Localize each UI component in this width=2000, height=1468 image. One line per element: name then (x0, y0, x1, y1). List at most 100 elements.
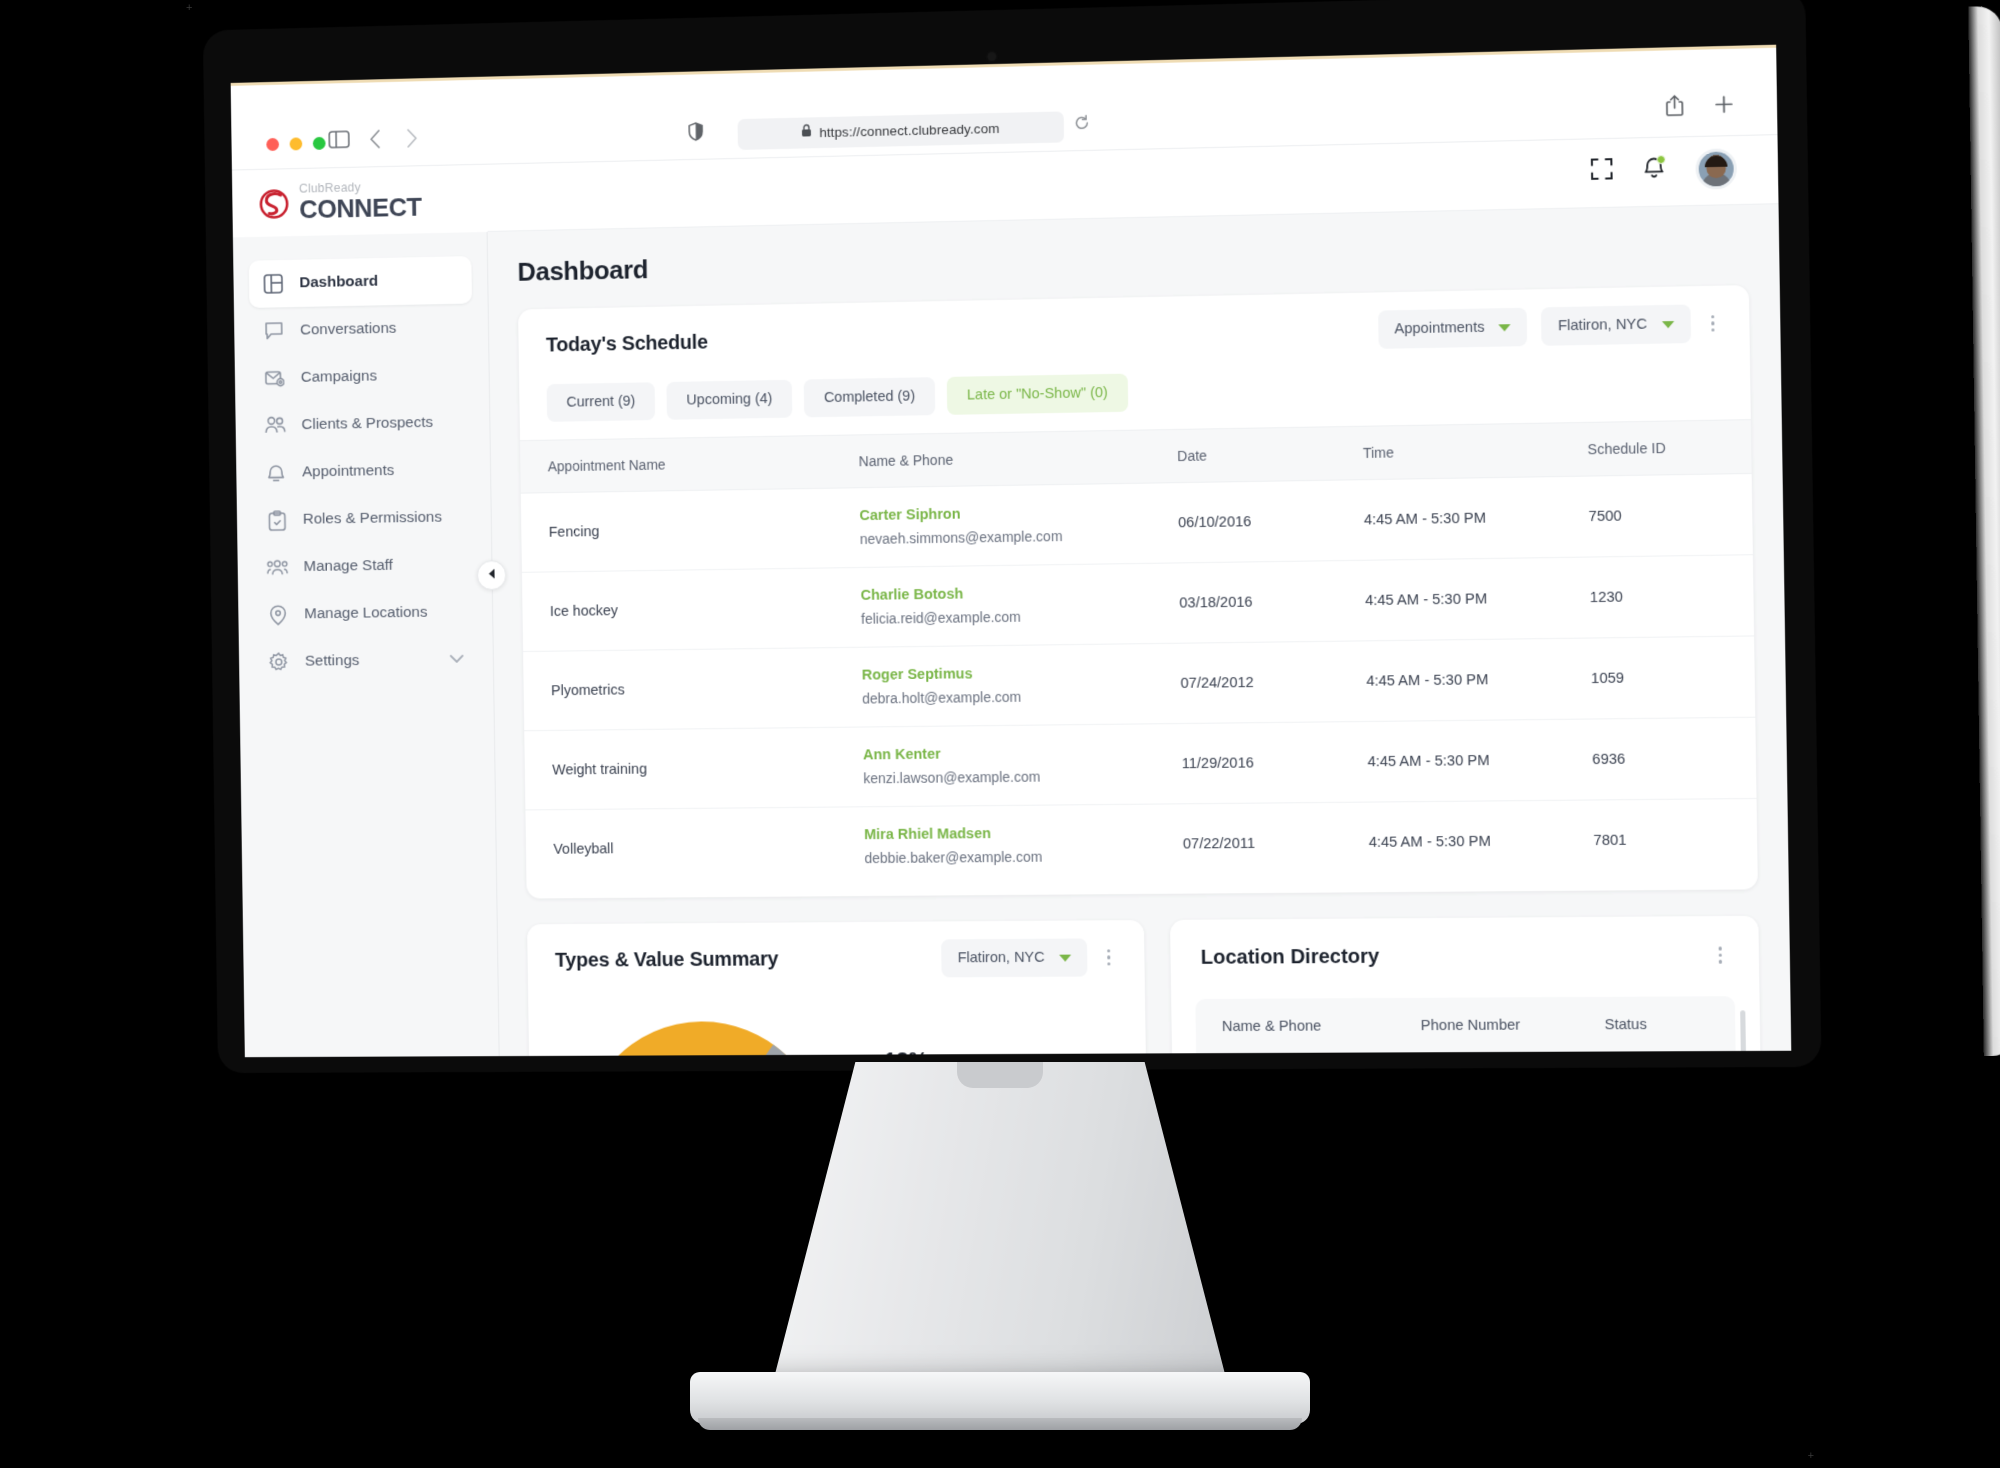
client-name-link[interactable]: Carter Siphron (859, 503, 1178, 525)
corner-mark-tl: + (186, 2, 193, 14)
maximize-window-button[interactable] (312, 136, 326, 150)
tab-label: Completed (9) (823, 388, 916, 407)
reload-icon[interactable] (1074, 115, 1090, 136)
back-icon[interactable] (369, 130, 381, 154)
directory-table-header-row: Name & Phone Phone Number Status (1195, 996, 1735, 1055)
schedule-kebab-menu-icon[interactable] (1704, 311, 1720, 336)
client-name-link[interactable]: Ann Kenter (863, 744, 1182, 764)
chat-bubble-icon (263, 320, 285, 342)
caret-down-icon (1498, 323, 1512, 331)
types-controls: Flatiron, NYC (941, 938, 1117, 978)
avatar[interactable] (1695, 148, 1738, 190)
schedule-title: Today's Schedule (545, 331, 708, 357)
close-window-button[interactable] (266, 137, 280, 152)
tab-completed[interactable]: Completed (9) (803, 377, 936, 418)
schedule-controls: Appointments Flatiron, NYC (1377, 304, 1721, 349)
sidebar-item-dashboard[interactable]: Dashboard (248, 256, 473, 308)
fullscreen-icon[interactable] (1591, 158, 1613, 185)
sidebar-item-campaigns[interactable]: Campaigns (250, 351, 473, 402)
cell-time: 4:45 AM - 5:30 PM (1364, 557, 1591, 641)
sidebar: Dashboard Conversations Campaigns Client… (232, 231, 507, 1058)
sidebar-item-label: Dashboard (299, 272, 379, 292)
cell-date: 07/22/2011 (1182, 835, 1256, 852)
sidebar-item-manage-locations[interactable]: Manage Locations (254, 588, 477, 638)
address-bar-text: https://connect.clubready.com (819, 120, 1000, 141)
sidebar-toggle-icon[interactable] (328, 130, 350, 153)
table-row[interactable]: Volleyball Mira Rhiel Madsen debbie.bake… (525, 798, 1757, 888)
sidebar-item-label: Clients & Prospects (301, 413, 434, 434)
cell-date: 07/24/2012 (1179, 640, 1367, 724)
notification-bell-icon[interactable] (1643, 154, 1666, 185)
types-kebab-menu-icon[interactable] (1101, 945, 1117, 970)
browser-nav-arrows[interactable] (369, 129, 418, 154)
table-row[interactable]: Plyometrics Roger Septimus debra.holt@ex… (523, 635, 1756, 731)
chevron-down-icon[interactable] (450, 651, 464, 669)
client-email: felicia.reid@example.com (860, 608, 1022, 627)
client-name-link[interactable]: Mira Rhiel Madsen (864, 824, 1183, 843)
col-name-phone: Name & Phone (858, 429, 1178, 488)
types-card-header: Types & Value Summary Flatiron, NYC (527, 938, 1144, 980)
cell-contact: Roger Septimus debra.holt@example.com (861, 643, 1182, 728)
cell-schedule-id: 7801 (1593, 832, 1627, 849)
sidebar-item-clients-prospects[interactable]: Clients & Prospects (251, 398, 474, 449)
sidebar-item-label: Campaigns (300, 367, 378, 386)
map-pin-icon (267, 604, 289, 626)
table-row[interactable]: Weight training Ann Kenter kenzi.lawson@… (524, 717, 1757, 810)
dashboard-icon (262, 273, 284, 295)
group-icon (267, 556, 289, 578)
tab-late-no-show[interactable]: Late or "No-Show" (0) (946, 373, 1129, 415)
bell-icon (265, 462, 287, 484)
browser-toolbar-right[interactable] (1666, 93, 1734, 121)
client-email: debra.holt@example.com (862, 688, 1022, 707)
shield-icon[interactable] (688, 122, 703, 146)
sidebar-item-conversations[interactable]: Conversations (249, 304, 472, 356)
types-location-select[interactable]: Flatiron, NYC (941, 938, 1088, 978)
client-name-link[interactable]: Charlie Botosh (861, 583, 1180, 603)
directory-title: Location Directory (1200, 945, 1380, 969)
window-controls[interactable] (266, 136, 326, 152)
brand-logo[interactable]: ClubReady CONNECT (231, 164, 488, 238)
tab-label: Upcoming (4) (686, 391, 773, 409)
monitor-stand-base (690, 1372, 1310, 1430)
gear-icon (268, 651, 290, 673)
schedule-location-select[interactable]: Flatiron, NYC (1541, 304, 1691, 346)
schedule-table: Appointment Name Name & Phone Date Time … (519, 419, 1758, 889)
client-name-link[interactable]: Roger Septimus (862, 664, 1181, 683)
types-percent: 12% (884, 1047, 957, 1057)
directory-scrollbar[interactable] (1740, 1009, 1747, 1058)
cell-contact: Ann Kenter kenzi.lawson@example.com (862, 723, 1183, 807)
new-tab-icon[interactable] (1714, 94, 1734, 119)
sidebar-item-settings[interactable]: Settings (254, 636, 477, 686)
forward-icon[interactable] (406, 129, 418, 153)
sidebar-item-label: Manage Locations (304, 603, 428, 623)
cell-schedule-id: 1230 (1589, 554, 1755, 639)
tab-current[interactable]: Current (9) (546, 382, 656, 422)
minimize-window-button[interactable] (289, 137, 303, 151)
types-donut-chart[interactable] (564, 1004, 844, 1057)
appointment-type-select[interactable]: Appointments (1377, 307, 1528, 349)
sidebar-item-label: Settings (304, 652, 360, 670)
cell-time: 4:45 AM - 5:30 PM (1368, 833, 1491, 851)
tab-upcoming[interactable]: Upcoming (4) (666, 379, 793, 420)
app-top-bar-actions[interactable] (1591, 148, 1738, 192)
main-content: Widget Dashboard Today's Schedule Appoin… (488, 204, 1792, 1058)
share-icon[interactable] (1666, 95, 1684, 122)
caret-down-icon (1058, 954, 1071, 962)
dashboard-bottom-row: Types & Value Summary Flatiron, NYC Loca… (527, 915, 1763, 1058)
cell-time: 4:45 AM - 5:30 PM (1365, 638, 1592, 722)
directory-kebab-menu-icon[interactable] (1712, 942, 1728, 967)
screenshot-stage: + + https://connect.clubready.com ClubRe… (0, 0, 2000, 1468)
corner-mark-br: + (1807, 1450, 1814, 1462)
sidebar-item-manage-staff[interactable]: Manage Staff (253, 541, 476, 592)
dir-col-phone-number: Phone Number (1420, 1017, 1521, 1034)
client-email: kenzi.lawson@example.com (863, 768, 1041, 787)
clubready-swirl-logo-icon (257, 186, 290, 220)
monitor-stand-neck (774, 1062, 1226, 1378)
sidebar-item-appointments[interactable]: Appointments (251, 446, 474, 497)
table-row[interactable]: Ice hockey Charlie Botosh felicia.reid@e… (521, 554, 1755, 652)
cell-contact: Mira Rhiel Madsen debbie.baker@example.c… (864, 804, 1184, 886)
todays-schedule-card: Today's Schedule Appointments Flatiron, … (518, 285, 1758, 899)
address-bar[interactable]: https://connect.clubready.com (737, 111, 1065, 150)
sidebar-item-roles-permissions[interactable]: Roles & Permissions (252, 493, 475, 544)
monitor-side-edge (1968, 5, 2000, 1057)
